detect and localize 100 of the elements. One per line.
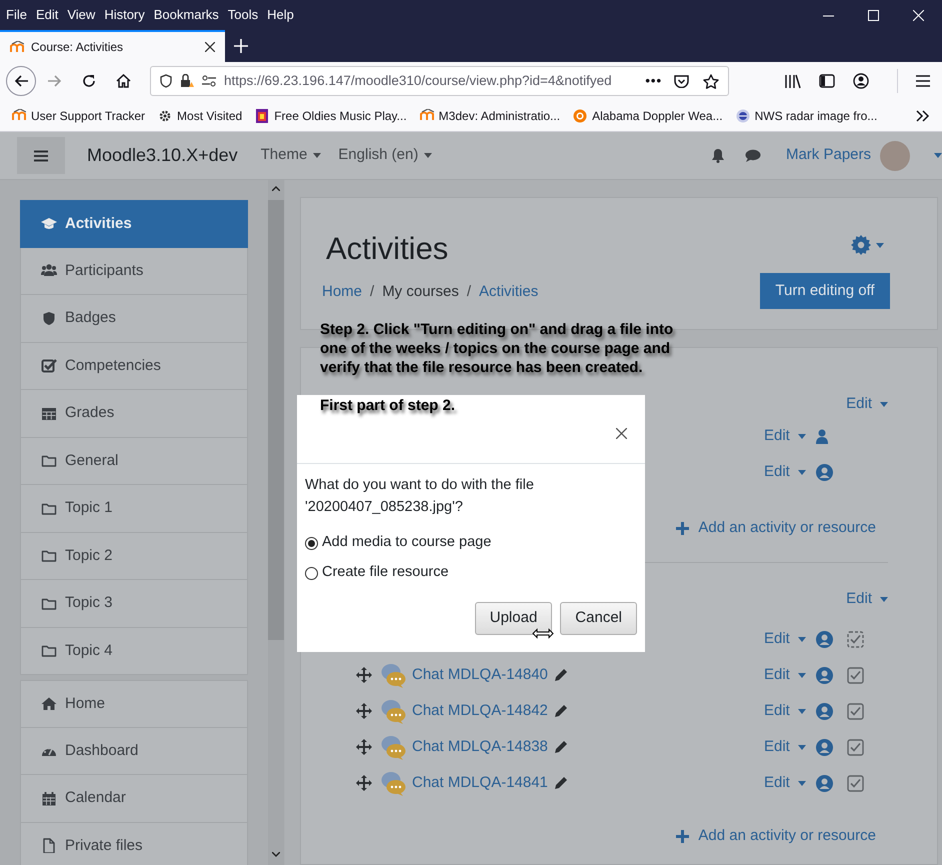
site-name[interactable]: Moodle3.10.X+dev	[87, 142, 238, 169]
upload-button[interactable]: Upload	[474, 602, 552, 635]
forward-arrow-icon[interactable]	[48, 75, 62, 87]
sidebar-icon[interactable]	[819, 74, 835, 88]
edit-menu[interactable]: Edit	[764, 736, 806, 758]
maximize-icon[interactable]	[868, 10, 879, 20]
bookmark-item[interactable]: Most Visited	[158, 106, 242, 124]
menu-item[interactable]: View	[67, 5, 96, 25]
move-icon[interactable]	[356, 775, 372, 791]
new-tab-icon[interactable]	[234, 39, 248, 53]
edit-menu[interactable]: Edit	[846, 588, 888, 610]
sidebar-item[interactable]: Dashboard	[20, 728, 248, 775]
activity-link[interactable]: Chat MDLQA-14838	[412, 736, 548, 758]
user-circle-icon[interactable]	[816, 666, 833, 684]
bookmark-item[interactable]: Alabama Doppler Wea...	[573, 106, 723, 124]
completion-checkbox-icon[interactable]	[846, 630, 864, 648]
sidebar-item[interactable]: Competencies	[20, 342, 248, 390]
pocket-icon[interactable]	[674, 74, 689, 88]
radio-button[interactable]	[305, 536, 318, 550]
menu-item[interactable]: History	[104, 5, 145, 25]
chevron-more-icon[interactable]	[916, 110, 930, 122]
turn-editing-off-button[interactable]: Turn editing off	[760, 273, 890, 309]
bookmark-item[interactable]: User Support Tracker	[12, 106, 146, 124]
sidebar-item[interactable]: General	[20, 438, 248, 485]
edit-menu[interactable]: Edit	[764, 772, 806, 794]
pencil-icon[interactable]	[554, 704, 568, 718]
drawer-toggle-button[interactable]	[17, 137, 65, 174]
settings-menu[interactable]	[851, 235, 884, 255]
completion-checkbox-icon[interactable]	[846, 702, 864, 720]
move-icon[interactable]	[356, 703, 372, 719]
edit-menu[interactable]: Edit	[846, 392, 888, 416]
radio-option[interactable]: Create file resource	[305, 562, 637, 584]
bookmark-item[interactable]: M3dev: Administratio...	[420, 106, 560, 124]
bookmark-item[interactable]: Free Oldies Music Play...	[255, 106, 407, 124]
sidebar-item[interactable]: Private files	[20, 822, 248, 865]
close-icon[interactable]	[616, 428, 627, 438]
completion-checkbox-icon[interactable]	[846, 666, 864, 684]
menu-item[interactable]: Edit	[36, 5, 58, 25]
edit-menu[interactable]: Edit	[764, 664, 806, 686]
page-actions-menu[interactable]: •••	[645, 71, 662, 91]
edit-menu[interactable]: Edit	[764, 628, 806, 650]
dropdown-menu[interactable]: English (en)	[338, 144, 432, 167]
bookmark-item[interactable]: NWS radar image fro...	[736, 106, 878, 124]
menu-item[interactable]: Tools	[228, 5, 258, 25]
user-circle-icon[interactable]	[816, 702, 833, 720]
move-icon[interactable]	[356, 667, 372, 683]
radio-option[interactable]: Add media to course page	[305, 532, 637, 554]
add-activity-link[interactable]: Add an activity or resource	[676, 510, 876, 546]
sidebar-item[interactable]: Calendar	[20, 775, 248, 822]
add-activity-link[interactable]: Add an activity or resource	[676, 818, 876, 854]
radio-button[interactable]	[305, 566, 318, 580]
sidebar-item[interactable]: Home	[20, 680, 248, 728]
chat-bubble-icon[interactable]	[744, 149, 761, 162]
menu-icon[interactable]	[916, 75, 930, 87]
sidebar-item[interactable]: Participants	[20, 248, 248, 295]
cancel-button[interactable]: Cancel	[560, 602, 637, 635]
edit-menu[interactable]: Edit	[764, 700, 806, 722]
pencil-icon[interactable]	[554, 740, 568, 754]
close-icon[interactable]	[205, 42, 215, 52]
menu-item[interactable]: Bookmarks	[154, 5, 219, 25]
pencil-icon[interactable]	[554, 776, 568, 790]
menu-item[interactable]: Help	[267, 5, 294, 25]
completion-checkbox-icon[interactable]	[846, 738, 864, 756]
reload-icon[interactable]	[82, 74, 96, 88]
browser-tab[interactable]: Course: Activities	[0, 30, 225, 62]
menu-item[interactable]: File	[6, 5, 27, 25]
breadcrumb-link[interactable]: Home	[322, 281, 362, 304]
account-icon[interactable]	[853, 73, 869, 89]
back-button[interactable]	[6, 66, 36, 96]
activity-link[interactable]: Chat MDLQA-14841	[412, 772, 548, 794]
sidebar-item[interactable]: Topic 3	[20, 580, 248, 628]
pencil-icon[interactable]	[554, 668, 568, 682]
caret-icon[interactable]	[934, 153, 942, 158]
scrollbar[interactable]	[268, 180, 284, 865]
activity-link[interactable]: Chat MDLQA-14840	[412, 664, 548, 686]
breadcrumb-link[interactable]: Activities	[479, 281, 538, 304]
library-icon[interactable]	[785, 74, 801, 88]
scrollbar-thumb[interactable]	[268, 200, 284, 640]
edit-menu[interactable]: Edit	[764, 424, 806, 448]
sidebar-item[interactable]: Topic 4	[20, 628, 248, 675]
sidebar-item[interactable]: Topic 1	[20, 485, 248, 532]
user-circle-icon[interactable]	[816, 630, 833, 648]
user-circle-icon[interactable]	[816, 774, 833, 792]
bookmark-star-icon[interactable]	[703, 74, 719, 88]
edit-menu[interactable]: Edit	[764, 460, 806, 484]
user-circle-icon[interactable]	[816, 738, 833, 756]
completion-checkbox-icon[interactable]	[846, 774, 864, 792]
activity-link[interactable]: Chat MDLQA-14842	[412, 700, 548, 722]
sidebar-item[interactable]: Activities	[20, 200, 248, 248]
sidebar-item[interactable]: Grades	[20, 390, 248, 438]
person-icon[interactable]	[816, 428, 828, 444]
dropdown-menu[interactable]: Theme	[260, 144, 322, 167]
address-bar[interactable]: https://69.23.196.147/moodle310/course/view.php?id=4&notifyed •••	[150, 66, 729, 96]
sidebar-item[interactable]: Topic 2	[20, 532, 248, 580]
move-icon[interactable]	[356, 739, 372, 755]
home-icon[interactable]	[116, 74, 131, 88]
bell-icon[interactable]	[710, 148, 725, 163]
sidebar-item[interactable]: Badges	[20, 295, 248, 342]
user-circle-icon[interactable]	[816, 464, 833, 480]
user-name[interactable]: Mark Papers	[786, 144, 871, 167]
